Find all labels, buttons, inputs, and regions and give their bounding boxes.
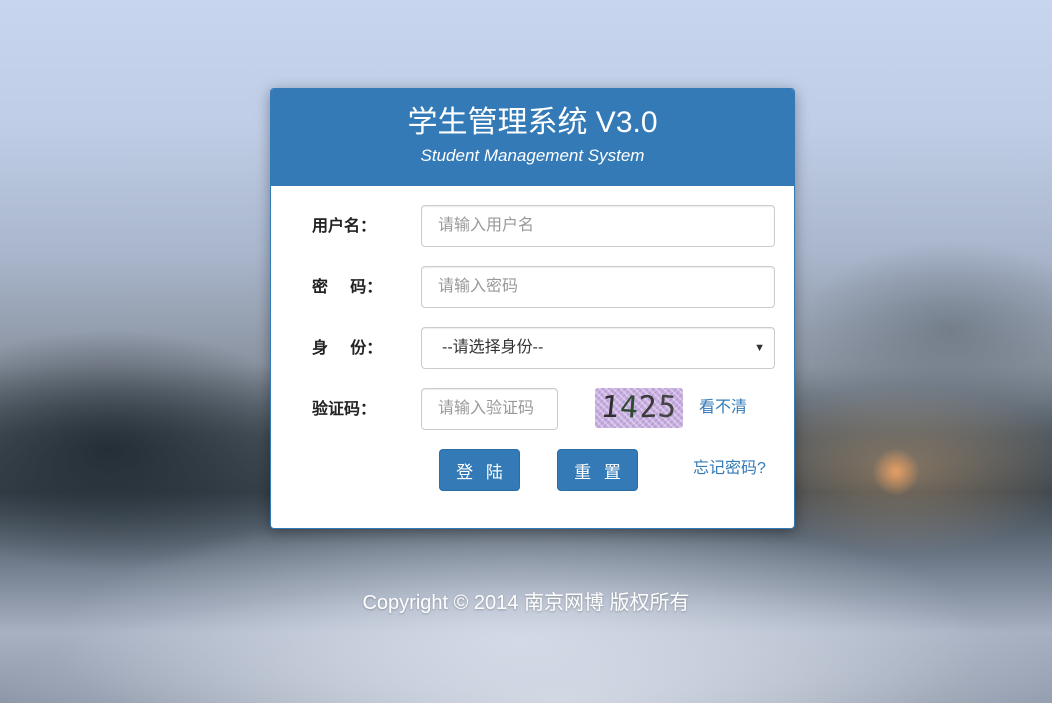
login-button[interactable]: 登 陆 xyxy=(439,449,520,491)
password-row: 密 码： xyxy=(271,266,794,308)
role-select-value: --请选择身份-- xyxy=(442,339,544,356)
role-row: 身 份： --请选择身份-- ▼ xyxy=(271,327,794,369)
password-input[interactable] xyxy=(421,266,775,308)
app-title: 学生管理系统 V3.0 xyxy=(407,106,658,139)
username-label: 用户名： xyxy=(312,216,377,235)
role-label: 身 份： xyxy=(312,338,383,357)
captcha-row: 验证码： 1425 看不清 xyxy=(271,388,794,430)
captcha-refresh-link[interactable]: 看不清 xyxy=(699,388,747,428)
captcha-digit: 5 xyxy=(656,389,679,426)
password-label: 密 码： xyxy=(312,277,383,296)
background-snow xyxy=(0,540,1052,703)
panel-header: 学生管理系统 V3.0 Student Management System xyxy=(271,89,794,186)
captcha-input[interactable] xyxy=(421,388,558,430)
background-light-glow xyxy=(872,448,920,496)
username-input[interactable] xyxy=(421,205,775,247)
copyright-text: Copyright © 2014 南京网博 版权所有 xyxy=(362,592,690,614)
forgot-password-link[interactable]: 忘记密码? xyxy=(693,449,766,489)
captcha-image[interactable]: 1425 xyxy=(595,388,683,428)
username-row: 用户名： xyxy=(271,205,794,247)
role-select[interactable]: --请选择身份-- ▼ xyxy=(421,327,775,369)
login-panel: 学生管理系统 V3.0 Student Management System 用户… xyxy=(270,88,795,529)
captcha-digit: 4 xyxy=(618,389,641,426)
app-subtitle: Student Management System xyxy=(420,146,645,165)
chevron-down-icon: ▼ xyxy=(754,342,765,354)
captcha-label: 验证码： xyxy=(312,399,377,418)
reset-button[interactable]: 重 置 xyxy=(557,449,638,491)
actions-row: 登 陆 重 置 忘记密码? xyxy=(271,449,794,491)
